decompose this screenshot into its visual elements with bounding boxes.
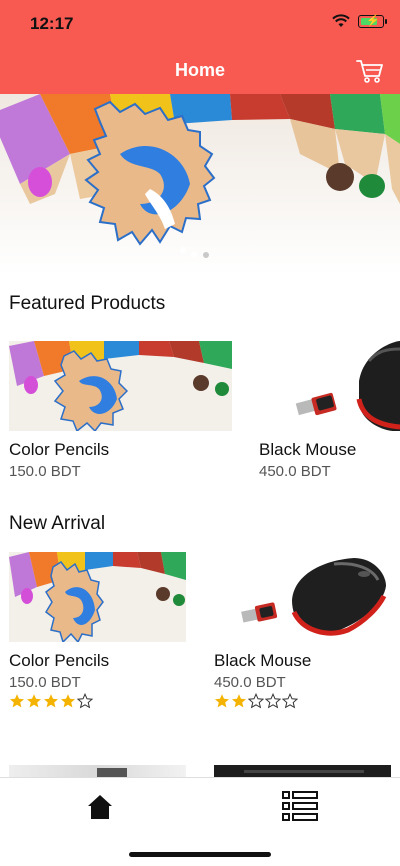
star-filled-icon: [44, 694, 58, 708]
home-indicator: [129, 852, 271, 857]
carousel-dot[interactable]: [191, 252, 197, 258]
product-price: 450.0 BDT: [259, 463, 331, 480]
product-card[interactable]: Color Pencils 150.0 BDT: [9, 341, 232, 480]
wifi-icon: [332, 14, 350, 27]
home-icon[interactable]: [85, 792, 115, 822]
product-card-partial[interactable]: [214, 765, 391, 777]
product-card-partial[interactable]: [9, 765, 186, 777]
star-empty-icon: [248, 693, 264, 709]
star-filled-icon: [232, 694, 246, 708]
product-price: 450.0 BDT: [214, 674, 286, 691]
product-image: [9, 552, 186, 642]
hero-banner[interactable]: [0, 94, 400, 275]
carousel-dots[interactable]: [0, 252, 400, 258]
carousel-dot[interactable]: [203, 252, 209, 258]
star-filled-icon: [27, 694, 41, 708]
product-name: Black Mouse: [259, 440, 357, 459]
new-arrival-section-title: New Arrival: [9, 513, 106, 534]
pencil-shavings-image: [0, 94, 400, 275]
app-header: 12:17 ⚡ Home: [0, 0, 400, 94]
status-icons: ⚡: [332, 14, 387, 28]
product-name: Color Pencils: [9, 440, 110, 459]
featured-section-title: Featured Products: [9, 293, 166, 314]
product-image: [9, 341, 232, 431]
product-image: [259, 341, 400, 431]
status-time: 12:17: [30, 14, 74, 33]
product-price: 150.0 BDT: [9, 463, 81, 480]
star-filled-icon: [215, 694, 229, 708]
star-filled-icon: [61, 694, 75, 708]
product-card[interactable]: Black Mouse 450.0 BDT: [214, 552, 391, 709]
product-rating: [9, 693, 186, 709]
star-empty-icon: [282, 693, 298, 709]
star-filled-icon: [10, 694, 24, 708]
list-icon[interactable]: [282, 790, 318, 822]
product-card[interactable]: Color Pencils 150.0 BDT: [9, 552, 186, 709]
product-card[interactable]: Black Mouse 450.0 BDT: [259, 341, 400, 480]
star-empty-icon: [265, 693, 281, 709]
product-rating: [214, 693, 391, 709]
product-price: 150.0 BDT: [9, 674, 81, 691]
battery-icon: ⚡: [358, 14, 387, 28]
product-name: Color Pencils: [9, 651, 110, 670]
product-image: [214, 552, 391, 642]
star-empty-icon: [77, 693, 93, 709]
product-name: Black Mouse: [214, 651, 312, 670]
cart-icon[interactable]: [356, 58, 384, 84]
page-title: Home: [174, 60, 225, 80]
